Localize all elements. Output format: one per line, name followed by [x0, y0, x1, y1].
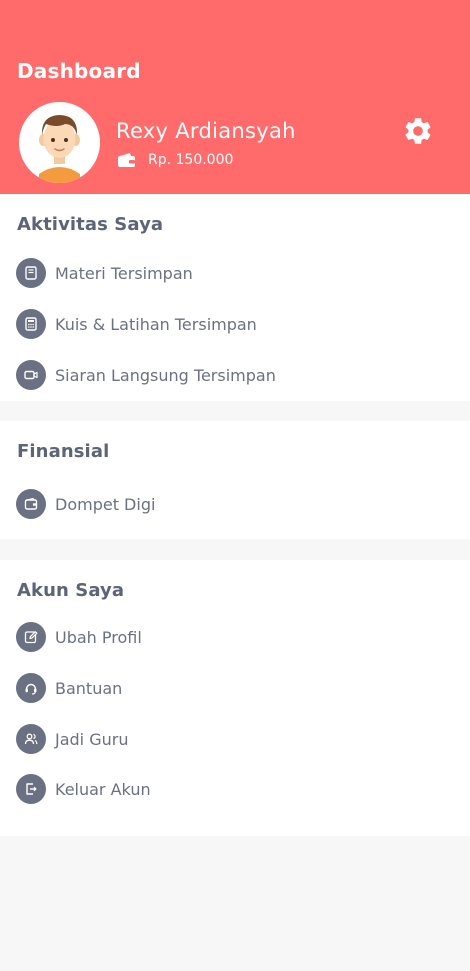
wallet-icon [16, 489, 46, 519]
wallet-balance: Rp. 150.000 [117, 150, 233, 170]
menu-label: Siaran Langsung Tersimpan [55, 365, 276, 385]
gear-icon [405, 118, 431, 144]
calculator-icon [16, 309, 46, 339]
menu-item-jadi-guru[interactable]: Jadi Guru [16, 724, 454, 754]
users-icon [16, 724, 46, 754]
menu-label: Materi Tersimpan [55, 263, 193, 283]
section-title-finansial: Finansial [17, 441, 110, 462]
menu-item-bantuan[interactable]: Bantuan [16, 673, 454, 703]
avatar[interactable] [19, 102, 100, 183]
profile-header: Dashboard Rexy Ardiansyah Rp. 150.000 [0, 0, 470, 194]
logout-icon [16, 774, 46, 804]
section-title-aktivitas: Aktivitas Saya [17, 214, 164, 235]
menu-label: Keluar Akun [55, 779, 151, 799]
menu-item-dompet-digi[interactable]: Dompet Digi [16, 489, 454, 519]
settings-button[interactable] [402, 115, 434, 147]
wallet-icon [117, 152, 136, 168]
menu-item-kuis-latihan[interactable]: Kuis & Latihan Tersimpan [16, 309, 454, 339]
menu-label: Bantuan [55, 678, 123, 698]
menu-item-keluar-akun[interactable]: Keluar Akun [16, 774, 454, 804]
menu-item-ubah-profil[interactable]: Ubah Profil [16, 622, 454, 652]
avatar-image [19, 102, 100, 183]
menu-label: Ubah Profil [55, 627, 142, 647]
menu-label: Jadi Guru [55, 729, 129, 749]
balance-amount: Rp. 150.000 [148, 152, 234, 168]
menu-item-materi-tersimpan[interactable]: Materi Tersimpan [16, 258, 454, 288]
finansial-section: Finansial Dompet Digi [0, 421, 470, 539]
menu-label: Kuis & Latihan Tersimpan [55, 314, 257, 334]
aktivitas-section: Aktivitas Saya Materi Tersimpan Kuis & L… [0, 194, 470, 401]
akun-section: Akun Saya Ubah Profil Bantuan Jadi Guru … [0, 560, 470, 836]
book-icon [16, 258, 46, 288]
headset-icon [16, 673, 46, 703]
user-name: Rexy Ardiansyah [116, 119, 296, 143]
section-title-akun: Akun Saya [17, 580, 125, 601]
edit-icon [16, 622, 46, 652]
menu-item-siaran-langsung[interactable]: Siaran Langsung Tersimpan [16, 360, 454, 390]
video-icon [16, 360, 46, 390]
menu-label: Dompet Digi [55, 494, 156, 514]
page-title: Dashboard [17, 59, 141, 83]
